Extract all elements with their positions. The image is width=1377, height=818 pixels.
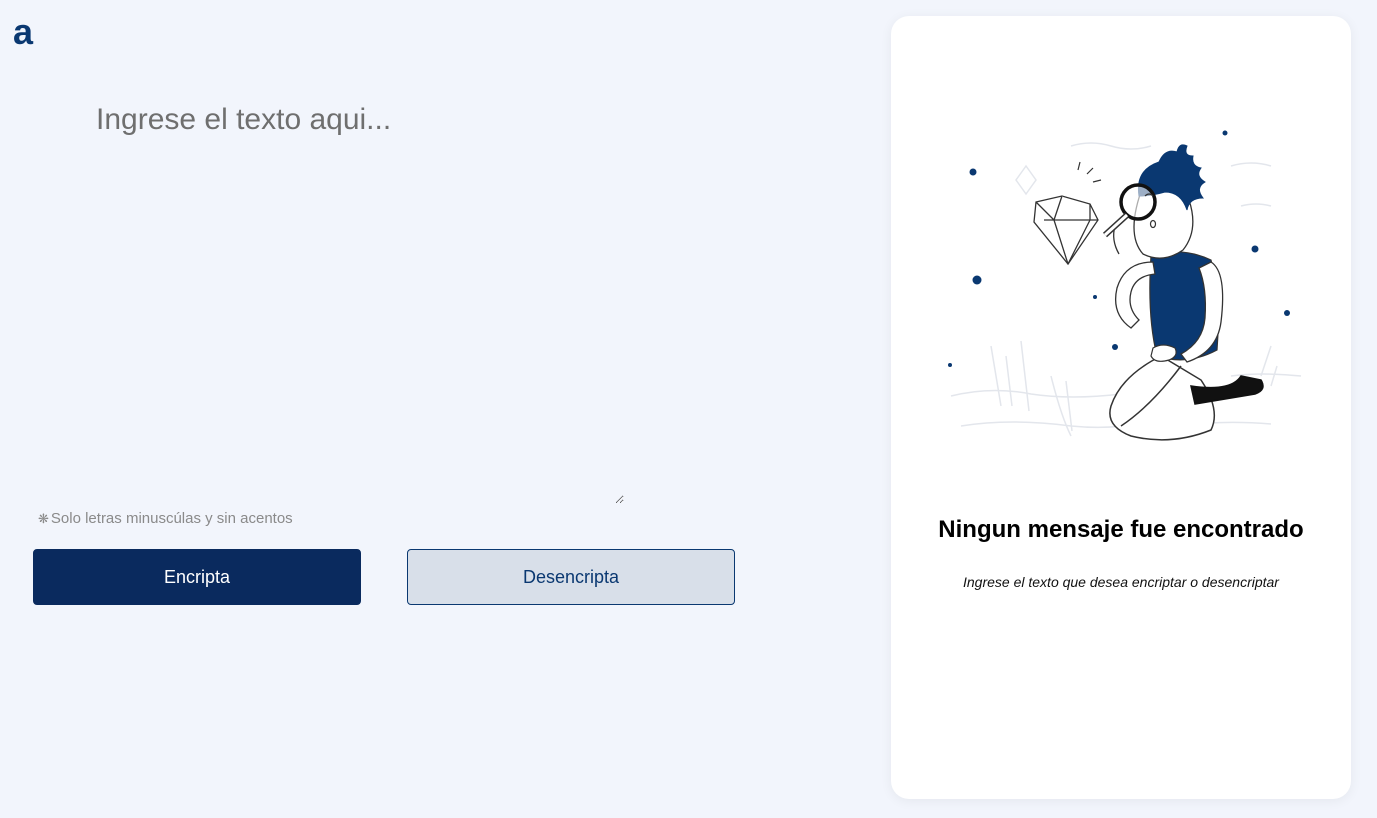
text-input[interactable] <box>96 100 624 504</box>
encrypt-button[interactable]: Encripta <box>33 549 361 605</box>
person-with-magnifying-glass-illustration <box>948 130 1302 441</box>
logo-icon[interactable]: a <box>12 14 38 48</box>
decrypt-button[interactable]: Desencripta <box>407 549 735 605</box>
asterisk-icon: ❋ <box>38 510 49 526</box>
logo-letter: a <box>13 14 34 48</box>
hint-text: Solo letras minuscúlas y sin acentos <box>50 510 293 527</box>
result-panel: Ningun mensaje fue encontrado Ingrese el… <box>891 16 1351 799</box>
empty-state-subtitle: Ingrese el texto que desea encriptar o d… <box>963 574 1279 590</box>
input-hint: ❋ Solo letras minuscúlas y sin acentos <box>38 510 293 527</box>
empty-state-title: Ningun mensaje fue encontrado <box>938 516 1304 543</box>
page: a ❋ Solo letras minuscúlas y sin acentos… <box>0 0 1377 818</box>
